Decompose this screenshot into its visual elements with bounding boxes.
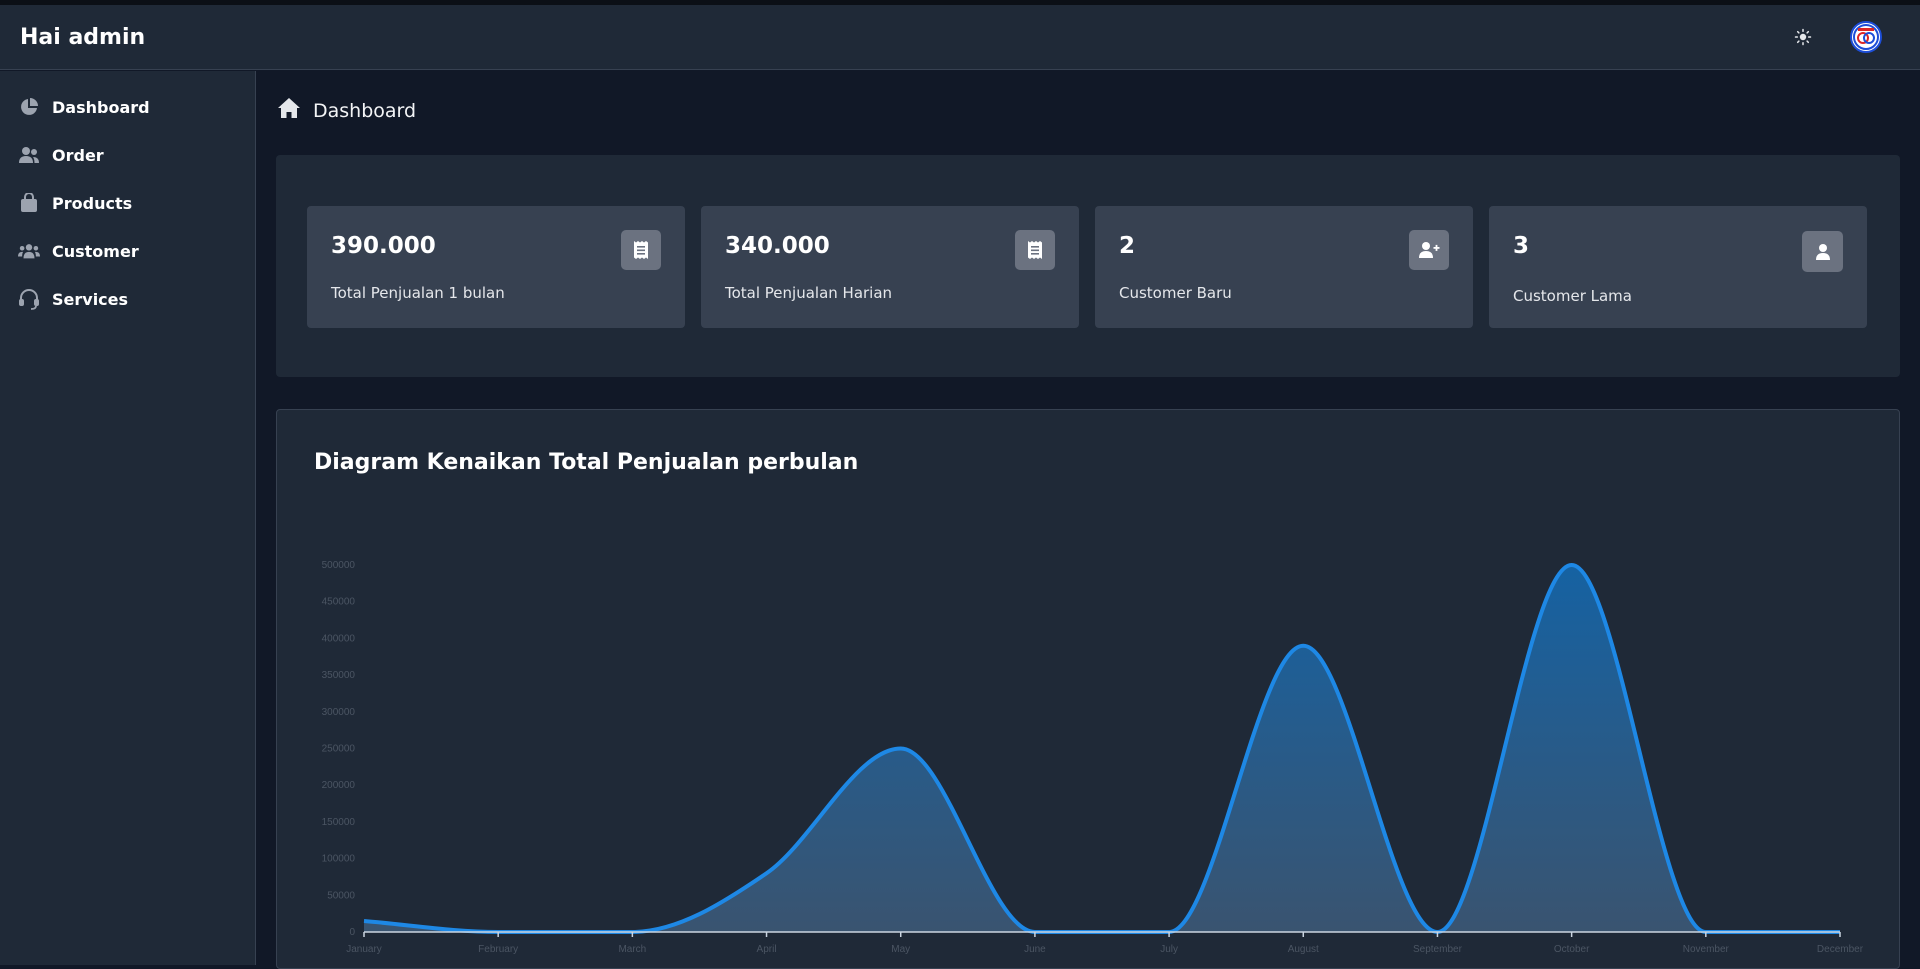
header-greeting: Hai admin (20, 24, 146, 50)
stat-label: Total Penjualan Harian (725, 284, 893, 302)
x-tick-label: October (1554, 944, 1590, 955)
top-header: Hai admin (0, 5, 1920, 70)
x-tick-label: June (1024, 944, 1046, 955)
user-group-icon (18, 240, 40, 262)
avatar[interactable] (1850, 21, 1882, 53)
pie-chart-icon (18, 96, 40, 118)
main-content: Dashboard 390.000 Total Penjualan 1 bula… (257, 71, 1920, 969)
sun-icon[interactable] (1790, 24, 1816, 50)
user-plus-icon (1409, 230, 1449, 270)
x-tick-label: December (1817, 944, 1864, 955)
users-icon (18, 144, 40, 166)
sales-chart-panel: Diagram Kenaikan Total Penjualan perbula… (276, 409, 1900, 969)
stat-card-daily-sales: 340.000 Total Penjualan Harian (701, 206, 1079, 328)
sales-area-chart: 0 50000 100000 150000 200000 250000 300000 3500… (322, 560, 1864, 955)
x-tick-label: August (1288, 944, 1319, 955)
sidebar-item-label: Dashboard (52, 97, 150, 117)
stat-label: Customer Lama (1513, 287, 1632, 305)
y-tick-label: 0 (349, 927, 355, 938)
x-tick-label: September (1413, 944, 1463, 955)
stat-value: 390.000 (331, 233, 436, 259)
shopping-bag-icon (18, 192, 40, 214)
headset-icon (18, 288, 40, 310)
y-tick-label: 50000 (327, 890, 355, 901)
page-title: Dashboard (313, 99, 417, 122)
breadcrumb: Dashboard (277, 97, 416, 124)
x-tick-label: March (618, 944, 646, 955)
sidebar-item-dashboard[interactable]: Dashboard (0, 83, 255, 131)
sidebar-item-label: Services (52, 289, 129, 309)
stats-panel: 390.000 Total Penjualan 1 bulan 340.000 … (276, 155, 1900, 377)
sidebar-item-label: Customer (52, 241, 139, 261)
sidebar-item-customer[interactable]: Customer (0, 227, 255, 275)
receipt-icon (621, 230, 661, 270)
y-tick-label: 450000 (322, 597, 356, 608)
sidebar-item-label: Products (52, 193, 133, 213)
sidebar: Dashboard Order Products Customer Servic… (0, 71, 256, 965)
stat-value: 3 (1513, 233, 1530, 259)
stat-value: 340.000 (725, 233, 830, 259)
y-tick-label: 300000 (322, 707, 356, 718)
x-tick-label: May (891, 944, 910, 955)
receipt-icon (1015, 230, 1055, 270)
x-tick-label: April (757, 944, 777, 955)
stat-value: 2 (1119, 233, 1136, 259)
x-tick-label: November (1683, 944, 1730, 955)
sidebar-item-order[interactable]: Order (0, 131, 255, 179)
y-tick-label: 100000 (322, 854, 356, 865)
header-actions (1790, 21, 1882, 53)
stat-label: Customer Baru (1119, 284, 1232, 302)
x-tick-label: July (1160, 944, 1178, 955)
y-tick-label: 200000 (322, 780, 356, 791)
stat-label: Total Penjualan 1 bulan (331, 284, 505, 302)
stat-card-new-customers: 2 Customer Baru (1095, 206, 1473, 328)
sidebar-item-label: Order (52, 145, 104, 165)
sidebar-item-services[interactable]: Services (0, 275, 255, 323)
home-icon[interactable] (277, 97, 301, 124)
sales-area-fill (364, 565, 1840, 932)
y-tick-label: 150000 (322, 817, 356, 828)
sidebar-item-products[interactable]: Products (0, 179, 255, 227)
stat-card-monthly-sales: 390.000 Total Penjualan 1 bulan (307, 206, 685, 328)
y-tick-label: 500000 (322, 560, 356, 571)
y-tick-label: 350000 (322, 670, 356, 681)
user-icon (1802, 231, 1843, 272)
y-tick-label: 250000 (322, 744, 356, 755)
x-tick-label: January (346, 944, 382, 955)
y-tick-label: 400000 (322, 633, 356, 644)
x-tick-label: February (478, 944, 518, 955)
stat-card-returning-customers: 3 Customer Lama (1489, 206, 1867, 328)
